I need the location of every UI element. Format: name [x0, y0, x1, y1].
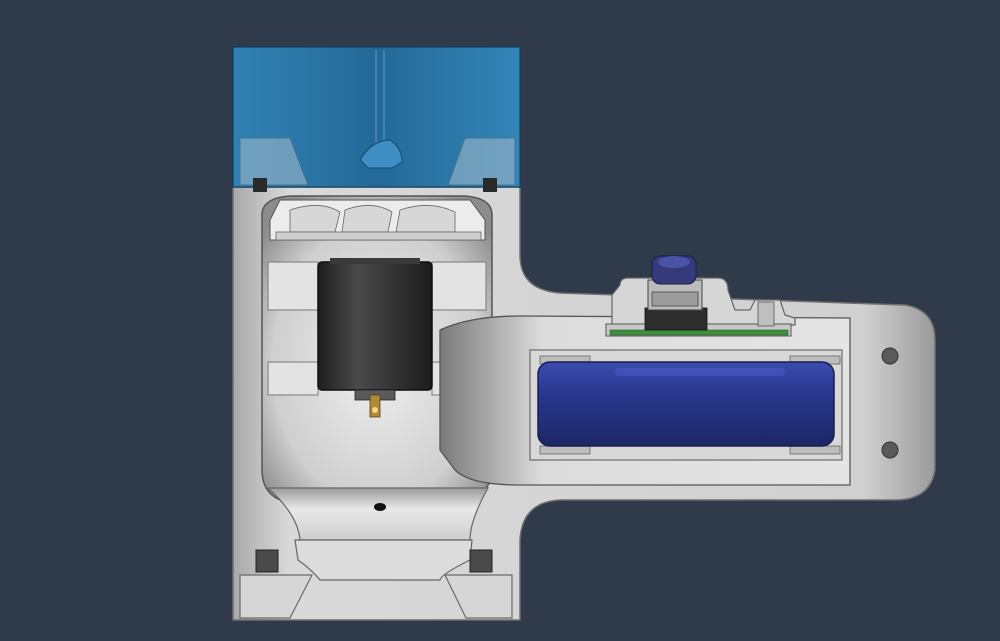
device-cross-section: [232, 46, 936, 621]
cylindrical-battery: [537, 361, 835, 447]
impeller: [269, 199, 486, 241]
cad-section-view: [0, 0, 1000, 641]
push-button: [647, 255, 703, 311]
outlet-hole: [374, 503, 386, 511]
water-reservoir: [232, 46, 521, 192]
